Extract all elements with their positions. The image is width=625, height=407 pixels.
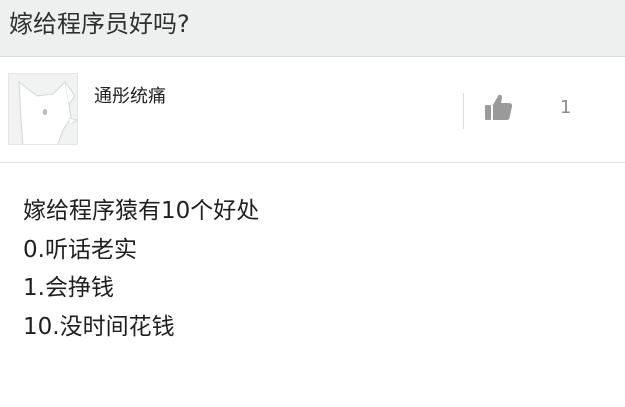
vote-divider <box>463 93 464 129</box>
thumbs-up-icon <box>485 94 513 120</box>
answer-line: 0.听话老实 <box>23 236 137 263</box>
answer-author-bar: 通彤统痛 1 <box>0 57 625 163</box>
question-header[interactable]: 嫁给程序员好吗? <box>0 0 625 57</box>
question-title[interactable]: 嫁给程序员好吗? <box>9 8 190 40</box>
like-button[interactable] <box>482 91 514 123</box>
like-count: 1 <box>560 97 572 118</box>
answer-content: 嫁给程序猿有10个好处 0.听话老实 1.会挣钱 10.没时间花钱 <box>23 192 613 346</box>
answer-line: 1.会挣钱 <box>23 275 114 301</box>
author-name[interactable]: 通彤统痛 <box>94 85 166 109</box>
answer-page: 嫁给程序员好吗? 通彤统痛 1 嫁给程序猿有10个好处 0.听话老实 1.会挣钱… <box>0 0 625 407</box>
answer-line: 嫁给程序猿有10个好处 <box>23 198 260 224</box>
dog-avatar-icon <box>9 74 77 144</box>
author-avatar[interactable] <box>8 73 78 145</box>
answer-line: 10.没时间花钱 <box>23 313 175 340</box>
